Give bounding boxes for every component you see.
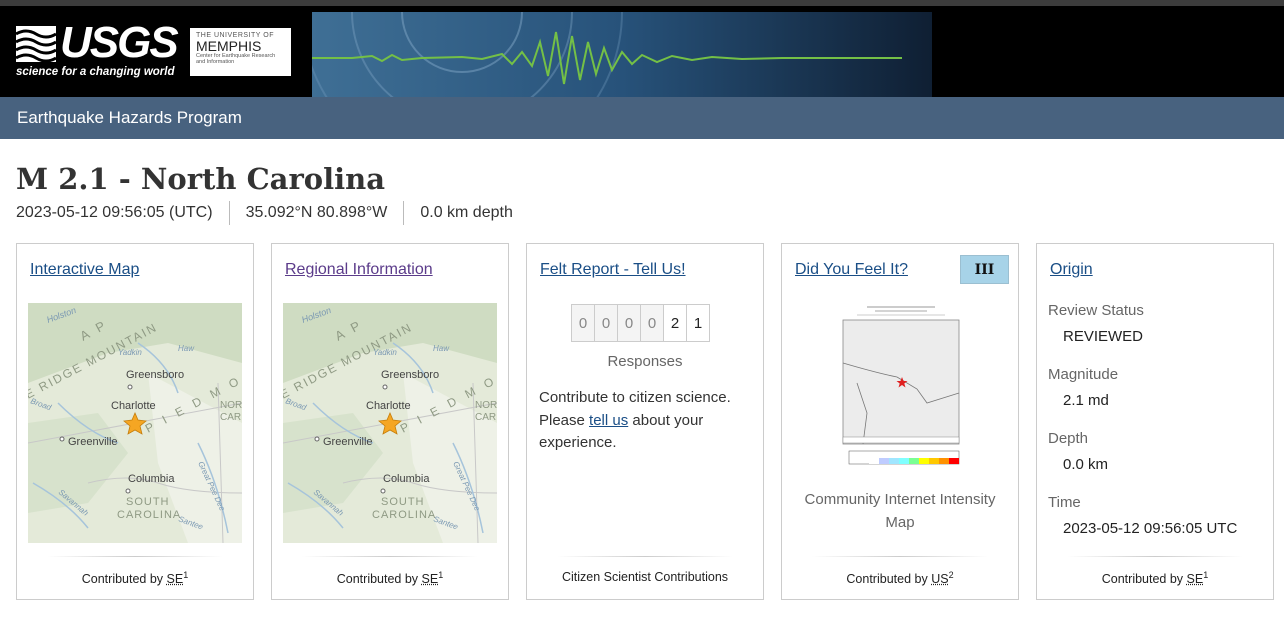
responses-label: Responses <box>607 353 683 370</box>
felt-report-card[interactable]: Felt Report - Tell Us! 0 0 0 0 2 1 Respo… <box>526 243 764 600</box>
card-footer: Contributed by SE1 <box>17 570 253 586</box>
interactive-map-link[interactable]: Interactive Map <box>30 261 139 279</box>
usgs-wordmark: USGS <box>60 18 179 67</box>
event-title: M 2.1 - North Carolina <box>16 162 385 196</box>
regional-info-link[interactable]: Regional Information <box>285 261 433 279</box>
map-label-yadkin: Yadkin <box>118 348 142 357</box>
time-label: Time <box>1048 494 1081 511</box>
map-label-columbia: Columbia <box>383 473 430 485</box>
card-footer: Contributed by SE1 <box>272 570 508 586</box>
site-header: USGS science for a changing world THE UN… <box>0 6 1284 103</box>
divider <box>228 201 230 225</box>
card-footer: Contributed by SE1 <box>1037 570 1273 586</box>
origin-details: Review Status REVIEWED Magnitude 2.1 md … <box>1048 302 1268 558</box>
contributor-abbr[interactable]: US <box>931 572 948 586</box>
interactive-map-card[interactable]: Interactive Map Holston A P E RIDGE MOUN… <box>16 243 254 600</box>
mmi-intensity-badge: III <box>960 255 1009 284</box>
map-label-columbia: Columbia <box>128 473 175 485</box>
memphis-logo[interactable]: THE UNIVERSITY OF MEMPHIS Center for Ear… <box>190 28 291 76</box>
map-label-carolina: CAROLINA <box>117 509 181 521</box>
review-status-value: REVIEWED <box>1063 328 1144 345</box>
dyfi-card[interactable]: Did You Feel It? III Community Internet … <box>781 243 1019 600</box>
footnote-ref: 2 <box>948 570 954 580</box>
map-label-haw: Haw <box>178 344 195 353</box>
map-label-south: SOUTH <box>126 496 170 508</box>
map-label-car: CAR <box>475 412 496 423</box>
memphis-line3: Center for Earthquake Research and Infor… <box>196 53 276 65</box>
card-divider <box>1067 556 1243 557</box>
map-label-carolina: CAROLINA <box>372 509 436 521</box>
card-divider <box>47 556 223 557</box>
program-nav-bar: Earthquake Hazards Program <box>0 97 1284 139</box>
footer-prefix: Contributed by <box>81 572 164 587</box>
magnitude-label: Magnitude <box>1048 366 1119 383</box>
event-time: 2023-05-12 09:56:05 (UTC) <box>16 204 213 221</box>
seismogram-banner <box>312 12 932 103</box>
map-label-nor: NOR <box>475 400 497 411</box>
felt-report-link[interactable]: Felt Report - Tell Us! <box>540 261 686 279</box>
magnitude-value: 2.1 md <box>1063 392 1109 409</box>
footer-prefix: Contributed by <box>1101 572 1184 587</box>
origin-link[interactable]: Origin <box>1050 261 1093 279</box>
card-footer: Citizen Scientist Contributions <box>561 570 729 584</box>
divider <box>403 201 405 225</box>
response-counter: 0 0 0 0 2 1 <box>571 304 710 342</box>
counter-digit: 0 <box>617 304 641 342</box>
cii-caption: Community Internet Intensity Map <box>804 491 996 531</box>
usgs-logo[interactable]: USGS science for a changing world <box>16 18 179 88</box>
regional-info-card[interactable]: Regional Information Holston A P E RIDGE… <box>271 243 509 600</box>
map-label-greensboro: Greensboro <box>126 369 184 381</box>
event-depth: 0.0 km depth <box>420 204 513 221</box>
card-divider <box>302 556 478 557</box>
usgs-tagline: science for a changing world <box>16 66 175 78</box>
counter-digit: 2 <box>663 304 687 342</box>
depth-label: Depth <box>1048 430 1089 447</box>
counter-digit: 0 <box>594 304 618 342</box>
map-label-charlotte: Charlotte <box>111 400 156 412</box>
footnote-ref: 1 <box>183 570 189 580</box>
counter-digit: 0 <box>640 304 664 342</box>
cii-map-thumbnail[interactable] <box>837 303 965 469</box>
felt-please: Please <box>539 411 585 429</box>
map-label-yadkin: Yadkin <box>373 348 397 357</box>
program-link[interactable]: Earthquake Hazards Program <box>17 108 242 128</box>
map-label-south: SOUTH <box>381 496 425 508</box>
felt-description: Contribute to citizen science. Please te… <box>539 387 751 455</box>
counter-digit: 1 <box>686 304 710 342</box>
card-footer: Contributed by US2 <box>782 570 1018 586</box>
felt-line1: Contribute to citizen science. <box>539 389 731 406</box>
time-value: 2023-05-12 09:56:05 UTC <box>1063 520 1238 537</box>
footer-prefix: Contributed by <box>336 572 419 587</box>
counter-digit: 0 <box>571 304 595 342</box>
usgs-wave-icon <box>16 26 56 62</box>
depth-value: 0.0 km <box>1063 456 1109 473</box>
footnote-ref: 1 <box>438 570 444 580</box>
origin-card[interactable]: Origin Review Status REVIEWED Magnitude … <box>1036 243 1274 600</box>
map-label-haw: Haw <box>433 344 450 353</box>
interactive-map-thumbnail[interactable]: Holston A P E RIDGE MOUNTAIN Yadkin Haw … <box>28 303 242 543</box>
map-label-greenville: Greenville <box>323 436 373 448</box>
event-location: 35.092°N 80.898°W <box>245 204 388 221</box>
map-label-nor: NOR <box>220 400 242 411</box>
contributor-abbr[interactable]: SE <box>422 572 439 586</box>
review-status-label: Review Status <box>1048 302 1144 319</box>
card-divider <box>557 556 733 557</box>
contributor-abbr[interactable]: SE <box>167 572 184 586</box>
event-summary: 2023-05-12 09:56:05 (UTC) 35.092°N 80.89… <box>16 201 513 225</box>
map-label-charlotte: Charlotte <box>366 400 411 412</box>
regional-map-thumbnail[interactable]: Holston A P E RIDGE MOUNTAIN Yadkin Haw … <box>283 303 497 543</box>
memphis-line2: MEMPHIS <box>196 38 262 54</box>
dyfi-link[interactable]: Did You Feel It? <box>795 261 908 279</box>
map-label-car: CAR <box>220 412 241 423</box>
contributor-abbr[interactable]: SE <box>1187 572 1204 586</box>
card-divider <box>812 556 988 557</box>
footnote-ref: 1 <box>1203 570 1209 580</box>
footer-prefix: Contributed by <box>846 572 928 587</box>
map-label-greenville: Greenville <box>68 436 118 448</box>
tell-us-link[interactable]: tell us <box>589 412 628 429</box>
map-label-greensboro: Greensboro <box>381 369 439 381</box>
